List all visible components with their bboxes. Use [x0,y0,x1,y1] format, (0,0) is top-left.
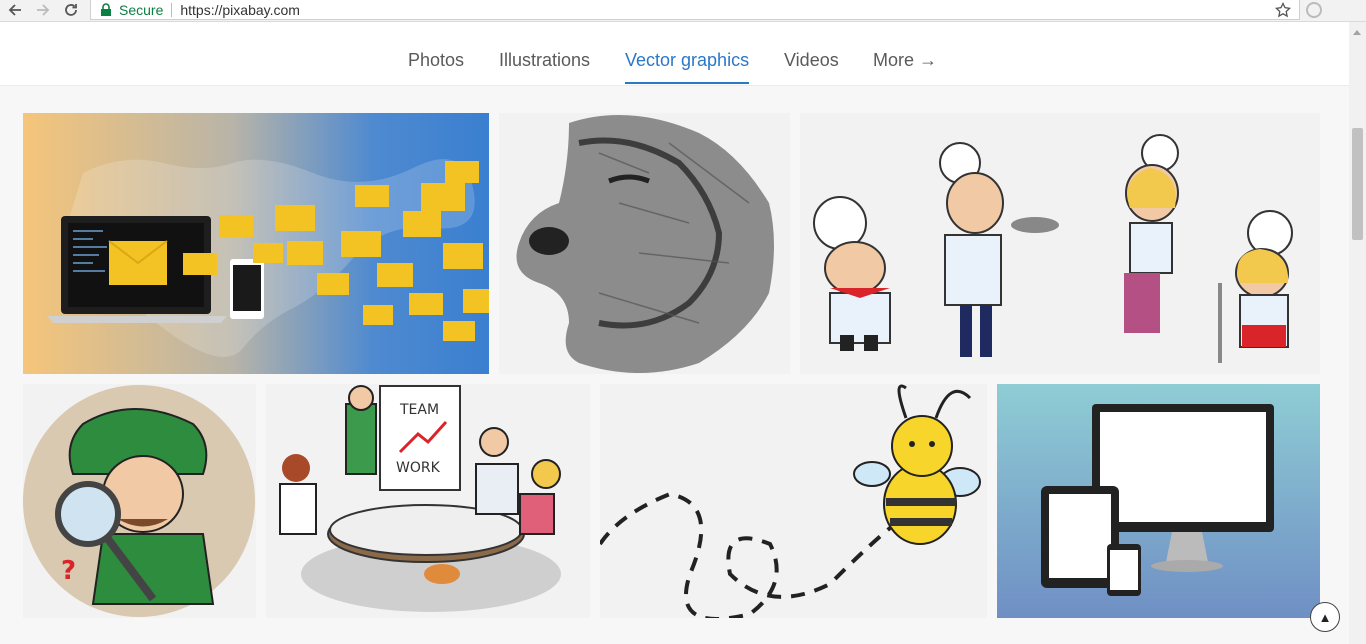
url-text[interactable]: https://pixabay.com [180,2,300,18]
tab-illustrations[interactable]: Illustrations [499,50,590,71]
browser-toolbar: Secure https://pixabay.com [0,0,1366,22]
secure-label: Secure [119,1,164,18]
scroll-up-arrow-icon[interactable] [1353,30,1361,35]
scroll-to-top-button[interactable]: ▲ [1310,602,1340,632]
tab-vector-graphics[interactable]: Vector graphics [625,50,749,71]
work-text: WORK [396,460,441,476]
media-type-tabs: Photos Illustrations Vector graphics Vid… [0,22,1349,86]
tab-more[interactable]: More → [873,50,937,71]
active-tab-underline [625,82,749,84]
bookmark-star-icon[interactable] [1275,2,1291,18]
forward-icon[interactable] [32,0,54,20]
page-scrollbar[interactable] [1349,22,1366,644]
image-dog-sketch[interactable] [499,113,790,374]
lock-icon [101,2,111,16]
image-detective[interactable]: ? [23,384,256,618]
page-content: Photos Illustrations Vector graphics Vid… [0,22,1349,644]
image-bee[interactable] [600,384,987,618]
scrollbar-thumb[interactable] [1352,128,1363,240]
image-chefs[interactable] [800,113,1320,374]
address-separator [171,2,173,17]
tab-videos[interactable]: Videos [784,50,839,71]
reload-icon[interactable] [60,0,82,20]
address-bar[interactable]: Secure https://pixabay.com [90,0,1300,20]
back-icon[interactable] [4,0,26,20]
team-text: TEAM [399,402,439,418]
image-devices[interactable] [997,384,1320,618]
tab-photos[interactable]: Photos [408,50,464,71]
extension-icon[interactable] [1304,0,1324,20]
svg-text:?: ? [61,556,76,586]
image-email-laptop[interactable] [23,113,489,374]
image-teamwork[interactable]: TEAM WORK [266,384,590,618]
